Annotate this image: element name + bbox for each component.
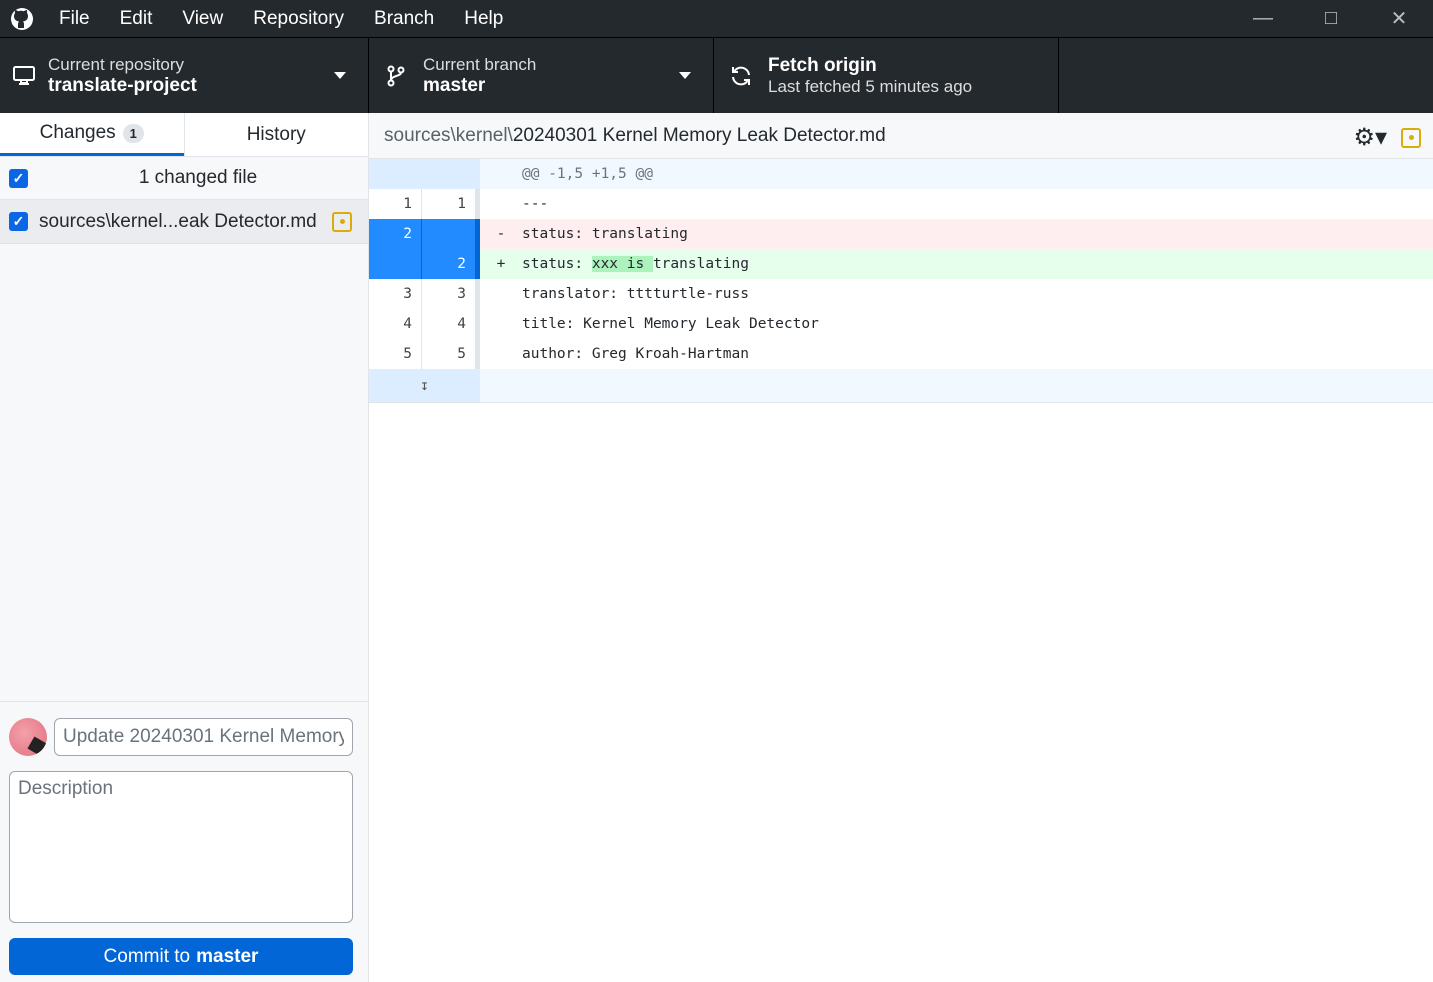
fetch-label: Fetch origin bbox=[768, 54, 877, 76]
fetch-origin-button[interactable]: Fetch origin Last fetched 5 minutes ago bbox=[714, 38, 1059, 113]
diff-line-deleted[interactable]: 2 - status: translating bbox=[369, 219, 1433, 249]
repo-label: Current repository bbox=[48, 54, 185, 74]
menu-help[interactable]: Help bbox=[449, 8, 518, 30]
file-path: sources\kernel...eak Detector.md bbox=[39, 210, 317, 232]
menu-bar: File Edit View Repository Branch Help — … bbox=[0, 0, 1433, 37]
changes-count-badge: 1 bbox=[122, 123, 144, 143]
commit-summary-input[interactable] bbox=[54, 718, 353, 756]
current-repository-button[interactable]: Current repository translate-project bbox=[0, 38, 369, 113]
chevron-down-icon bbox=[334, 72, 346, 79]
commit-button-label: Commit to bbox=[103, 945, 191, 967]
diff-view: @@ -1,5 +1,5 @@ 1 1 --- 2 - status: translat… bbox=[369, 159, 1433, 403]
commit-panel: Commit tomaster bbox=[0, 701, 368, 982]
commit-description-input[interactable] bbox=[9, 771, 353, 923]
menu-file[interactable]: File bbox=[44, 8, 105, 30]
chevron-down-icon bbox=[679, 72, 691, 79]
sync-icon bbox=[714, 64, 768, 88]
file-checkbox[interactable]: ✓ bbox=[9, 212, 28, 231]
expand-down-icon[interactable]: ↧ bbox=[369, 369, 480, 402]
gear-icon[interactable]: ⚙▾ bbox=[1353, 123, 1387, 152]
tab-history[interactable]: History bbox=[183, 113, 369, 156]
file-list-item[interactable]: ✓ sources\kernel...eak Detector.md bbox=[0, 200, 368, 244]
diff-line[interactable]: 1 1 --- bbox=[369, 189, 1433, 219]
changed-files-count: 1 changed file bbox=[138, 167, 258, 188]
modified-icon bbox=[1401, 127, 1421, 148]
menu-view[interactable]: View bbox=[167, 8, 238, 30]
minimize-icon[interactable]: — bbox=[1229, 0, 1297, 37]
highlighted-change: xxx is bbox=[591, 256, 653, 272]
new-line-number: 3 bbox=[457, 286, 466, 302]
file-name: 20240301 Kernel Memory Leak Detector.md bbox=[512, 124, 886, 146]
changed-files-header: ✓ 1 changed file bbox=[0, 157, 368, 200]
line-text: author: Greg Kroah-Hartman bbox=[522, 346, 749, 362]
line-text: translator: tttturtle-russ bbox=[522, 286, 749, 302]
current-branch-button[interactable]: Current branch master bbox=[369, 38, 714, 113]
commit-button[interactable]: Commit to master bbox=[9, 938, 353, 975]
new-line-number: 2 bbox=[422, 249, 475, 279]
hunk-text: @@ -1,5 +1,5 @@ bbox=[522, 166, 653, 182]
new-line-number bbox=[422, 219, 475, 249]
menu-branch[interactable]: Branch bbox=[359, 8, 449, 30]
old-line-number: 3 bbox=[369, 279, 422, 309]
old-line-number bbox=[369, 249, 422, 279]
old-line-number: 1 bbox=[369, 189, 422, 219]
hunk-header: @@ -1,5 +1,5 @@ bbox=[369, 159, 1433, 189]
modified-icon bbox=[332, 211, 352, 232]
select-all-checkbox[interactable]: ✓ bbox=[9, 168, 28, 188]
diff-line[interactable]: 4 4 title: Kernel Memory Leak Detector bbox=[369, 309, 1433, 339]
diff-sign: - bbox=[496, 226, 506, 242]
new-line-number: 4 bbox=[457, 316, 466, 332]
diff-line[interactable]: 5 5 author: Greg Kroah-Hartman bbox=[369, 339, 1433, 369]
repo-name: translate-project bbox=[48, 74, 197, 96]
line-text: status: bbox=[522, 256, 592, 272]
line-text: status: translating bbox=[522, 226, 688, 242]
maximize-icon[interactable]: □ bbox=[1297, 0, 1365, 37]
diff-line[interactable]: 3 3 translator: tttturtle-russ bbox=[369, 279, 1433, 309]
diff-header: sources\kernel\ 20240301 Kernel Memory Le… bbox=[369, 113, 1433, 159]
branch-label: Current branch bbox=[423, 54, 537, 74]
menu-edit[interactable]: Edit bbox=[105, 8, 168, 30]
branch-icon bbox=[369, 64, 423, 88]
fetch-status: Last fetched 5 minutes ago bbox=[768, 76, 973, 96]
tab-changes-label: Changes bbox=[39, 122, 116, 143]
line-text: translating bbox=[652, 256, 749, 272]
file-directory: sources\kernel\ bbox=[384, 124, 513, 146]
line-text: title: Kernel Memory Leak Detector bbox=[522, 316, 819, 332]
old-line-number: 2 bbox=[369, 219, 422, 249]
desktop-icon bbox=[0, 65, 48, 87]
changes-sidebar: Changes 1 History ✓ 1 changed file ✓ sour… bbox=[0, 113, 369, 982]
tab-changes[interactable]: Changes 1 bbox=[0, 113, 184, 156]
old-line-number: 5 bbox=[369, 339, 422, 369]
github-logo-icon bbox=[0, 7, 44, 31]
new-line-number: 5 bbox=[457, 346, 466, 362]
menu-repository[interactable]: Repository bbox=[238, 8, 359, 30]
expand-region: ↧ bbox=[369, 369, 1433, 403]
line-text: --- bbox=[522, 196, 549, 212]
close-icon[interactable]: ✕ bbox=[1365, 0, 1433, 37]
avatar bbox=[9, 718, 47, 756]
old-line-number: 4 bbox=[369, 309, 422, 339]
diff-line-added[interactable]: 2 + status: xxx is translating bbox=[369, 249, 1433, 279]
diff-sign: + bbox=[496, 256, 506, 272]
new-line-number: 1 bbox=[457, 196, 466, 212]
commit-button-branch: master bbox=[196, 945, 259, 967]
branch-name: master bbox=[423, 74, 486, 96]
toolbar: Current repository translate-project Curr… bbox=[0, 37, 1433, 113]
